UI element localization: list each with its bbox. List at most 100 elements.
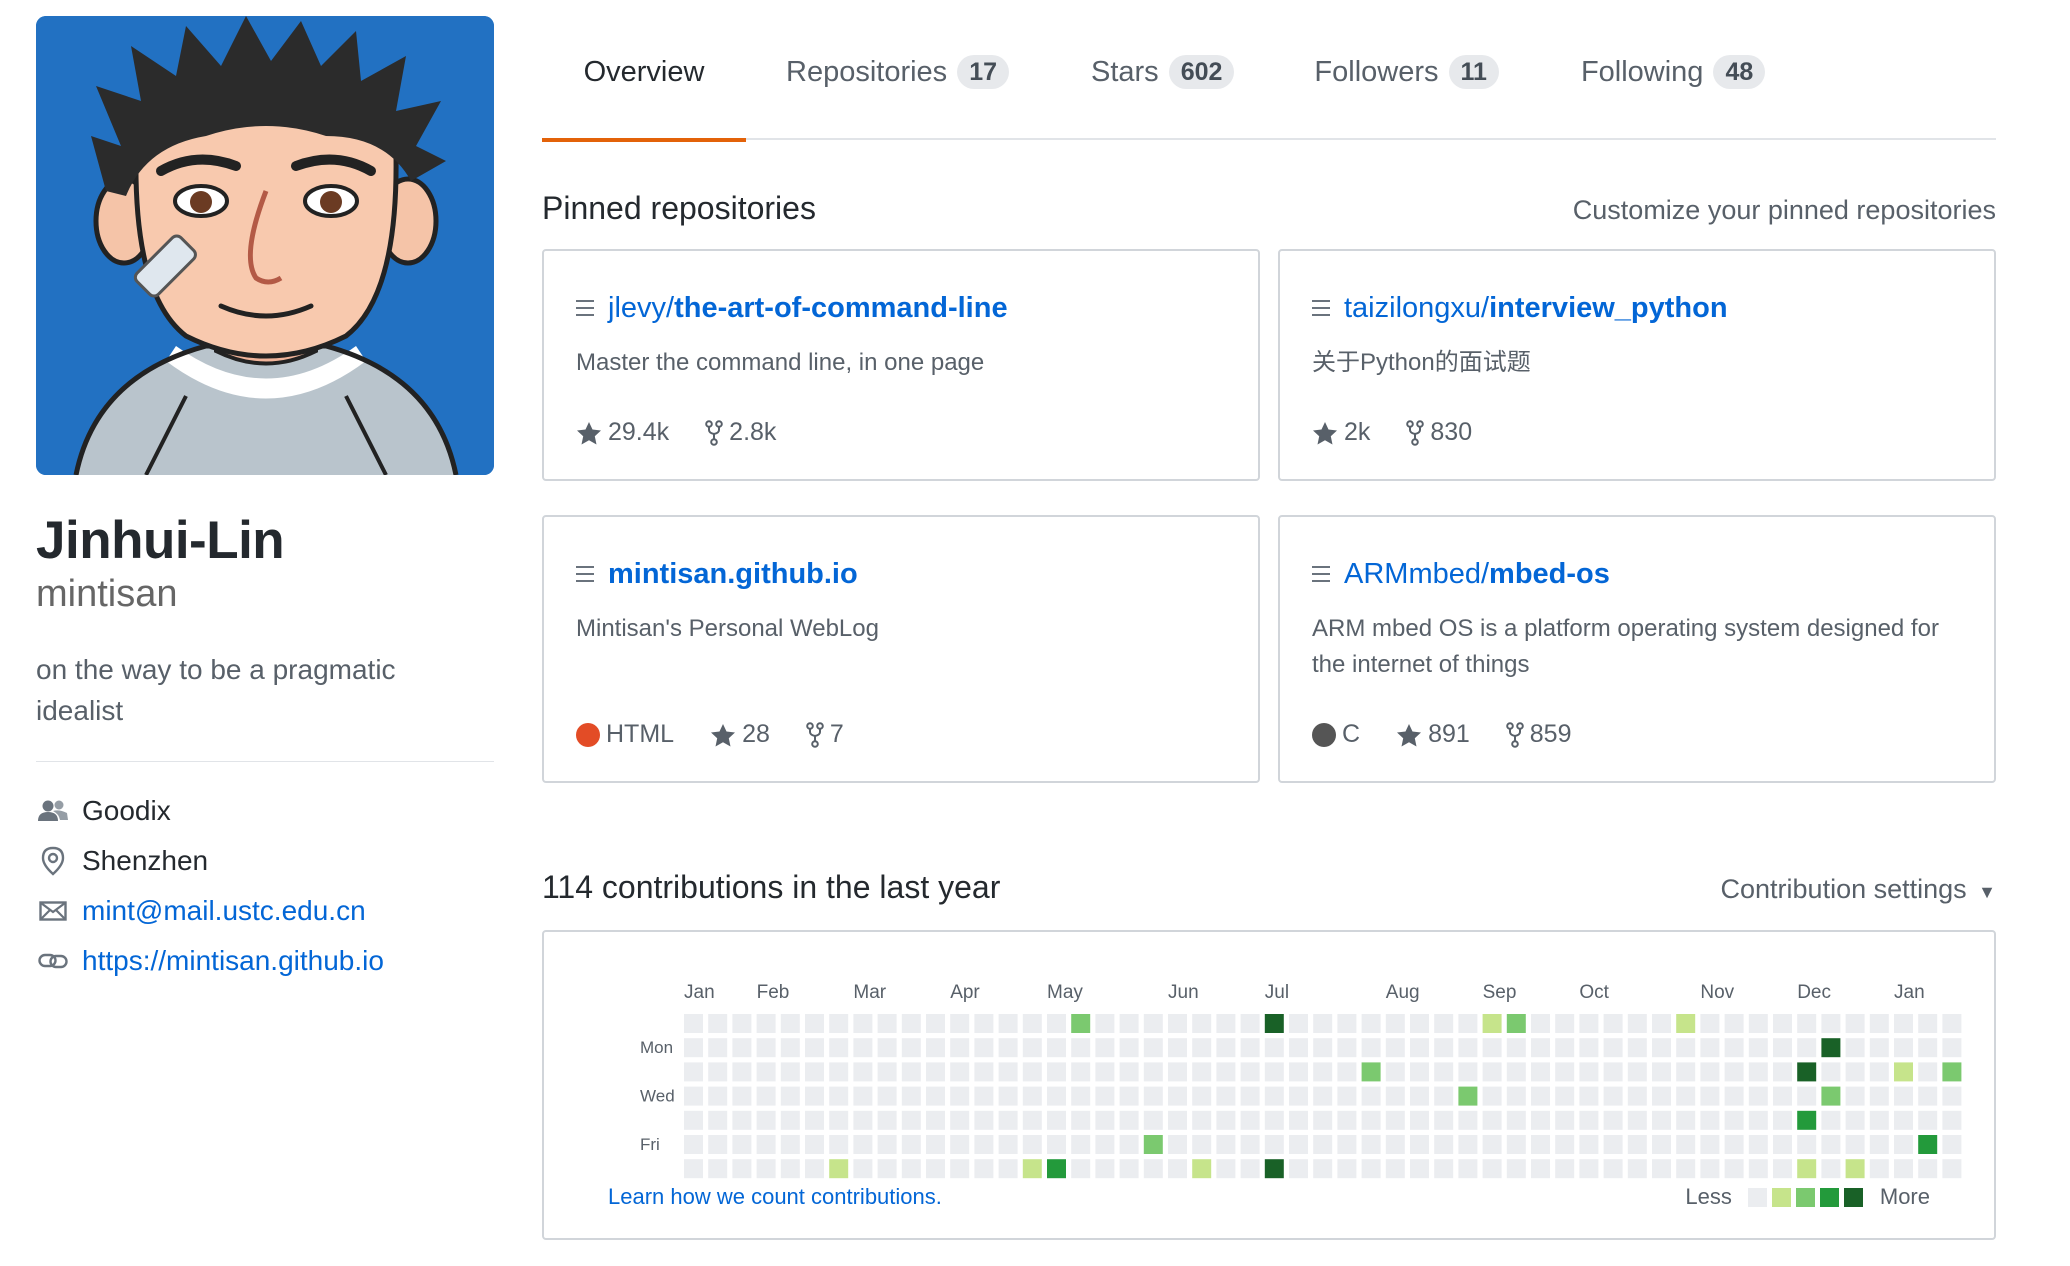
contribution-day-cell[interactable] [1385,1062,1405,1082]
contribution-day-cell[interactable] [1143,1159,1163,1179]
contribution-day-cell[interactable] [853,1014,873,1033]
contribution-day-cell[interactable] [1095,1062,1115,1082]
contribution-day-cell[interactable] [1482,1014,1502,1033]
contribution-day-cell[interactable] [1482,1110,1502,1130]
contribution-day-cell[interactable] [1869,1110,1889,1130]
contribution-day-cell[interactable] [1869,1038,1889,1058]
contribution-day-cell[interactable] [1264,1038,1284,1058]
contribution-day-cell[interactable] [1894,1159,1913,1179]
contribution-day-cell[interactable] [1385,1038,1405,1058]
contribution-day-cell[interactable] [1168,1038,1187,1058]
contribution-day-cell[interactable] [1216,1159,1236,1179]
contribution-day-cell[interactable] [1289,1086,1308,1106]
contribution-day-cell[interactable] [684,1135,703,1154]
contribution-day-cell[interactable] [1724,1135,1744,1154]
contribution-day-cell[interactable] [1264,1086,1284,1106]
contribution-day-cell[interactable] [1869,1062,1889,1082]
contribution-day-cell[interactable] [1047,1086,1066,1106]
contribution-day-cell[interactable] [829,1110,849,1130]
contribution-day-cell[interactable] [1337,1159,1357,1179]
contribution-day-cell[interactable] [1482,1135,1502,1154]
contribution-day-cell[interactable] [732,1159,752,1179]
contribution-day-cell[interactable] [1385,1014,1405,1033]
contribution-day-cell[interactable] [1942,1086,1962,1106]
contribution-day-cell[interactable] [1700,1159,1720,1179]
contribution-day-cell[interactable] [1942,1135,1962,1154]
contribution-day-cell[interactable] [1724,1062,1744,1082]
contribution-day-cell[interactable] [1071,1038,1091,1058]
contribution-day-cell[interactable] [1482,1038,1502,1058]
tab-following[interactable]: Following 48 [1581,0,1766,140]
contribution-day-cell[interactable] [1748,1110,1768,1130]
tab-overview[interactable]: Overview [542,0,746,142]
contribution-day-cell[interactable] [732,1038,752,1058]
contribution-day-cell[interactable] [1821,1159,1841,1179]
contribution-day-cell[interactable] [1240,1086,1260,1106]
contribution-day-cell[interactable] [1531,1062,1550,1082]
contribution-day-cell[interactable] [1071,1014,1091,1033]
contribution-day-cell[interactable] [1869,1135,1889,1154]
contribution-day-cell[interactable] [1168,1086,1187,1106]
contribution-day-cell[interactable] [1071,1135,1091,1154]
contribution-day-cell[interactable] [1627,1135,1647,1154]
contribution-day-cell[interactable] [1506,1135,1526,1154]
contribution-day-cell[interactable] [901,1135,921,1154]
contribution-day-cell[interactable] [684,1062,703,1082]
contribution-day-cell[interactable] [756,1086,776,1106]
contribution-day-cell[interactable] [998,1086,1018,1106]
contribution-day-cell[interactable] [1531,1086,1550,1106]
contribution-day-cell[interactable] [1482,1086,1502,1106]
contribution-day-cell[interactable] [1555,1062,1575,1082]
contribution-day-cell[interactable] [1748,1086,1768,1106]
contribution-day-cell[interactable] [684,1038,703,1058]
contribution-day-cell[interactable] [1071,1159,1091,1179]
contribution-day-cell[interactable] [1652,1110,1671,1130]
contribution-day-cell[interactable] [829,1159,849,1179]
repo-link[interactable]: taizilongxu/interview_python [1344,292,1728,325]
contribution-day-cell[interactable] [1700,1062,1720,1082]
contribution-day-cell[interactable] [1337,1038,1357,1058]
contribution-day-cell[interactable] [901,1159,921,1179]
contribution-day-cell[interactable] [829,1062,849,1082]
contribution-day-cell[interactable] [1579,1038,1599,1058]
contribution-day-cell[interactable] [1119,1014,1139,1033]
contribution-day-cell[interactable] [1603,1014,1623,1033]
contribution-day-cell[interactable] [1264,1062,1284,1082]
contribution-day-cell[interactable] [1289,1110,1308,1130]
contribution-day-cell[interactable] [1385,1086,1405,1106]
contribution-day-cell[interactable] [877,1038,897,1058]
contribution-day-cell[interactable] [1337,1135,1357,1154]
contribution-day-cell[interactable] [1361,1159,1381,1179]
contribution-day-cell[interactable] [1700,1014,1720,1033]
contribution-day-cell[interactable] [974,1062,994,1082]
contribution-day-cell[interactable] [1652,1159,1671,1179]
contribution-day-cell[interactable] [1022,1086,1042,1106]
contribution-day-cell[interactable] [853,1159,873,1179]
contribution-day-cell[interactable] [1458,1159,1478,1179]
contribution-day-cell[interactable] [1603,1038,1623,1058]
contribution-day-cell[interactable] [1482,1159,1502,1179]
contribution-day-cell[interactable] [1652,1062,1671,1082]
contribution-day-cell[interactable] [780,1014,800,1033]
contribution-day-cell[interactable] [1797,1110,1817,1130]
contribution-day-cell[interactable] [1555,1014,1575,1033]
contribution-day-cell[interactable] [1289,1159,1308,1179]
contribution-day-cell[interactable] [1531,1135,1550,1154]
contribution-day-cell[interactable] [1410,1159,1429,1179]
contribution-day-cell[interactable] [756,1135,776,1154]
contribution-day-cell[interactable] [1942,1159,1962,1179]
contribution-day-cell[interactable] [1555,1086,1575,1106]
contribution-day-cell[interactable] [1047,1110,1066,1130]
contribution-day-cell[interactable] [1240,1014,1260,1033]
contribution-day-cell[interactable] [829,1014,849,1033]
contribution-day-cell[interactable] [1361,1110,1381,1130]
contribution-day-cell[interactable] [1676,1086,1696,1106]
contribution-day-cell[interactable] [1773,1062,1792,1082]
contribution-day-cell[interactable] [829,1086,849,1106]
contribution-day-cell[interactable] [1434,1062,1454,1082]
contribution-day-cell[interactable] [1627,1062,1647,1082]
contribution-day-cell[interactable] [1579,1014,1599,1033]
contribution-day-cell[interactable] [708,1038,728,1058]
contribution-day-cell[interactable] [926,1135,945,1154]
contribution-day-cell[interactable] [1724,1159,1744,1179]
